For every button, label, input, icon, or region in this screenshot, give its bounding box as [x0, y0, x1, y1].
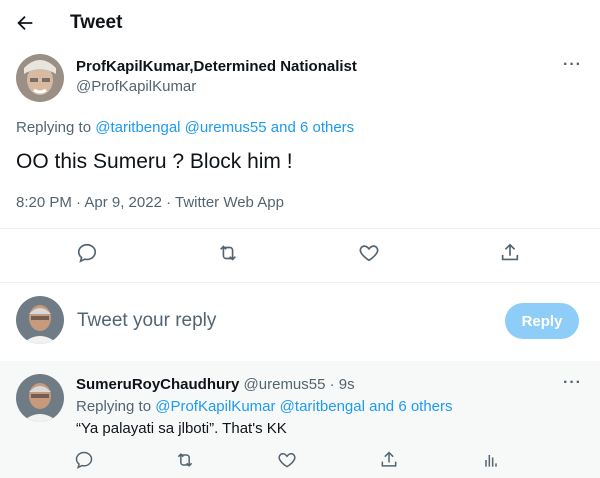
share-icon[interactable]: [379, 450, 403, 474]
others-link[interactable]: and 6 others: [369, 398, 452, 415]
reply-author-name[interactable]: SumeruRoyChaudhury: [76, 376, 239, 393]
reply-author-avatar[interactable]: [16, 374, 64, 422]
replying-prefix: Replying to: [16, 119, 92, 136]
author-avatar[interactable]: [16, 54, 64, 102]
mention-link[interactable]: @taritbengal: [280, 398, 365, 415]
header-bar: Tweet: [0, 0, 600, 46]
author-handle[interactable]: @ProfKapilKumar: [76, 78, 196, 95]
author-name[interactable]: ProfKapilKumar,Determined Nationalist: [76, 58, 357, 75]
reply-replying-to-line: Replying to @ProfKapilKumar @taritbengal…: [76, 398, 453, 415]
retweet-icon[interactable]: [175, 450, 199, 474]
comment-icon[interactable]: [74, 450, 98, 474]
heart-icon[interactable]: [277, 450, 301, 474]
reply-time[interactable]: · 9s: [330, 376, 355, 393]
share-icon[interactable]: [499, 242, 523, 266]
composer-avatar: [16, 296, 64, 344]
reply-button[interactable]: Reply: [505, 303, 579, 339]
tweet-text: OO this Sumeru ? Block him !: [16, 150, 293, 173]
reply-tweet[interactable]: SumeruRoyChaudhury @uremus55 · 9s ··· Re…: [0, 361, 600, 478]
retweet-icon[interactable]: [217, 242, 241, 266]
divider: [0, 228, 600, 229]
more-horizontal-icon[interactable]: ···: [563, 56, 582, 74]
comment-icon[interactable]: [76, 242, 100, 266]
replying-to-line: Replying to @taritbengal @uremus55 and 6…: [16, 119, 354, 136]
analytics-icon[interactable]: [481, 450, 505, 474]
divider: [0, 282, 600, 283]
mention-link[interactable]: @ProfKapilKumar: [155, 398, 275, 415]
tweet-timestamp[interactable]: 8:20 PM · Apr 9, 2022 · Twitter Web App: [16, 194, 284, 211]
reply-author-handle[interactable]: @uremus55: [244, 376, 326, 393]
mention-link[interactable]: @taritbengal: [95, 119, 180, 136]
page-title: Tweet: [70, 12, 123, 33]
more-horizontal-icon[interactable]: ···: [563, 374, 582, 392]
heart-icon[interactable]: [358, 242, 382, 266]
reply-input[interactable]: Tweet your reply: [77, 310, 216, 332]
arrow-left-icon[interactable]: [14, 12, 38, 36]
replying-prefix: Replying to: [76, 398, 152, 415]
mention-link[interactable]: @uremus55: [185, 119, 267, 136]
others-link[interactable]: and 6 others: [271, 119, 354, 136]
reply-text: “Ya palayati sa jlboti”. That's KK: [76, 420, 287, 437]
reply-author-line: SumeruRoyChaudhury @uremus55 · 9s: [76, 376, 355, 393]
